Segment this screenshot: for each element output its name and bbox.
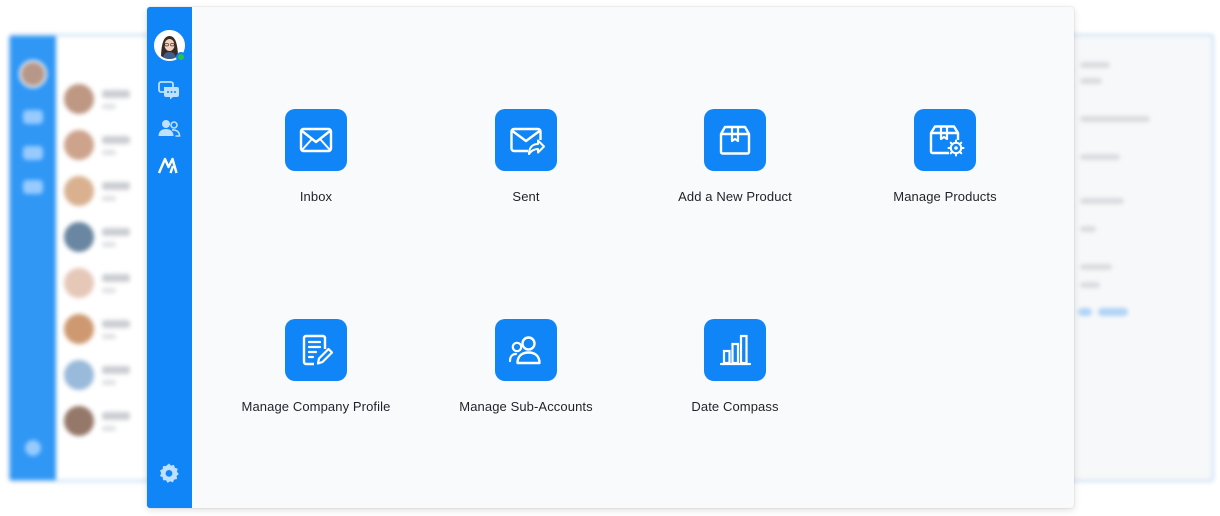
background-chart-icon [23, 180, 43, 194]
tile-label: Add a New Product [678, 189, 792, 204]
user-avatar[interactable] [154, 30, 186, 62]
manage-products-tile-icon [914, 109, 976, 171]
tile-add-new-product[interactable]: Add a New Product [640, 109, 830, 219]
tile-label: Manage Products [893, 189, 997, 204]
document-edit-icon [302, 334, 334, 366]
background-contact-list [56, 36, 146, 480]
app-window: Inbox Sent Add a New Product Manage Prod… [147, 7, 1074, 508]
inbox-icon [299, 127, 333, 153]
users-icon [508, 336, 541, 365]
background-details-panel [1072, 36, 1212, 480]
tile-sent[interactable]: Sent [431, 109, 621, 219]
date-compass-tile-icon [704, 319, 766, 381]
tile-label: Sent [512, 189, 540, 204]
tile-inbox[interactable]: Inbox [221, 109, 411, 219]
tile-label: Manage Sub-Accounts [459, 399, 593, 414]
tile-manage-company-profile[interactable]: Manage Company Profile [221, 319, 411, 429]
sub-accounts-tile-icon [495, 319, 557, 381]
bar-chart-icon [719, 334, 752, 366]
tile-label: Manage Company Profile [241, 399, 391, 414]
online-status-badge [176, 52, 186, 62]
tile-manage-products[interactable]: Manage Products [850, 109, 1040, 219]
add-product-tile-icon [704, 109, 766, 171]
package-settings-icon [929, 125, 965, 157]
tile-label: Inbox [299, 189, 333, 204]
sent-mail-icon [510, 127, 545, 155]
tile-date-compass[interactable]: Date Compass [640, 319, 830, 429]
package-add-icon [719, 125, 751, 155]
background-settings-icon [25, 440, 41, 456]
sent-tile-icon [495, 109, 557, 171]
background-sidebar [10, 36, 56, 480]
background-chat-icon [23, 110, 43, 124]
brand-logo-icon[interactable] [157, 154, 181, 178]
background-bell-icon [23, 146, 43, 160]
contacts-icon[interactable] [157, 116, 181, 140]
feature-grid: Inbox Sent Add a New Product Manage Prod… [192, 7, 1074, 508]
chat-icon[interactable] [157, 78, 181, 102]
sidebar [147, 7, 192, 508]
inbox-tile-icon [285, 109, 347, 171]
tile-manage-sub-accounts[interactable]: Manage Sub-Accounts [431, 319, 621, 429]
tile-label: Date Compass [691, 399, 779, 414]
gear-icon[interactable] [157, 461, 181, 485]
background-avatar [19, 60, 47, 88]
company-profile-tile-icon [285, 319, 347, 381]
